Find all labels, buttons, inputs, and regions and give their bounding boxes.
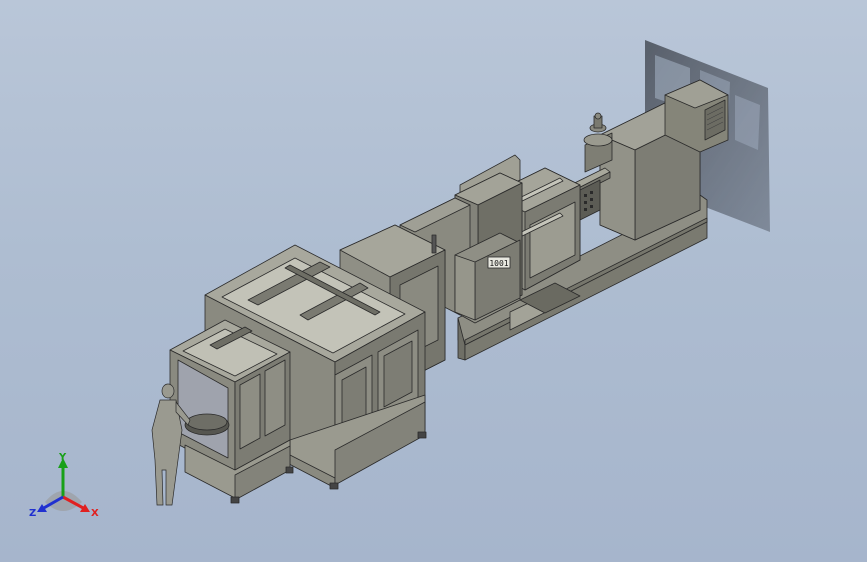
x-axis-label: X xyxy=(91,508,99,519)
z-axis-label: Z xyxy=(29,508,36,519)
injection-molding-machine[interactable] xyxy=(399,79,729,361)
cad-viewport[interactable]: 1001 Y X Z xyxy=(0,0,867,562)
orientation-triad: Y X Z xyxy=(29,452,99,519)
assembly-model[interactable]: 1001 Y X Z xyxy=(0,0,867,562)
controller-display: 1001 xyxy=(487,256,511,269)
controller-display-text: 1001 xyxy=(489,259,508,268)
y-axis-label: Y xyxy=(58,452,67,463)
automation-cell-front[interactable] xyxy=(169,319,294,504)
